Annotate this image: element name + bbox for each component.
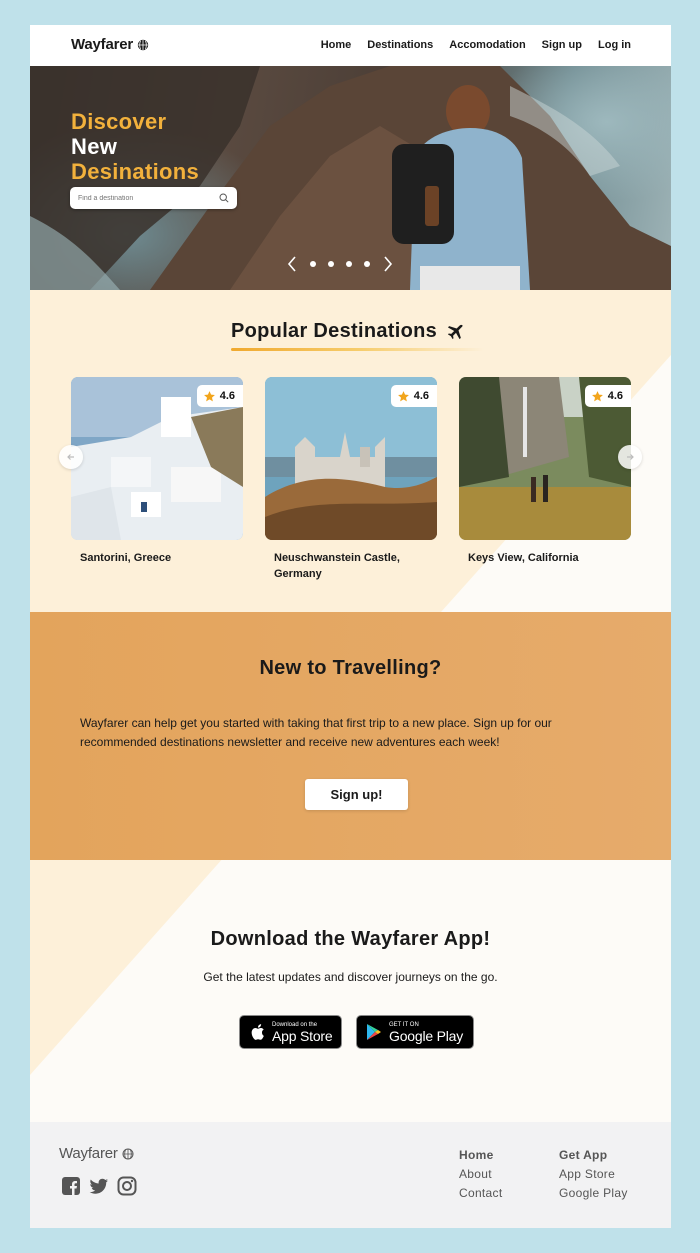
star-icon <box>397 390 409 401</box>
star-icon <box>591 390 603 401</box>
facebook-icon[interactable] <box>61 1176 81 1196</box>
popular-title: Popular Destinations <box>231 320 465 343</box>
social-links <box>61 1176 137 1196</box>
hero-title: Discover New Desinations <box>71 109 199 184</box>
nav-sign-up[interactable]: Sign up <box>542 39 582 51</box>
footer-link-about[interactable]: About <box>459 1167 502 1181</box>
rating-value: 4.6 <box>413 390 429 402</box>
card-title[interactable]: Keys View, California <box>459 550 619 566</box>
footer-logo[interactable]: Wayfarer <box>59 1145 134 1162</box>
nav-destinations[interactable]: Destinations <box>367 39 433 51</box>
arrow-right-icon <box>627 454 634 460</box>
twitter-icon[interactable] <box>89 1176 109 1196</box>
carousel-controls <box>286 256 394 272</box>
destination-card-keys-view[interactable]: 4.6 Keys View, California <box>459 377 631 566</box>
footer-link-contact[interactable]: Contact <box>459 1186 502 1200</box>
footer-brand-name: Wayfarer <box>59 1145 118 1162</box>
globe-icon <box>122 1148 134 1159</box>
carousel-dot-3[interactable] <box>346 261 352 267</box>
carousel-dot-2[interactable] <box>328 261 334 267</box>
footer-link-google-play[interactable]: Google Play <box>559 1186 628 1200</box>
hero-title-line2: New <box>71 134 118 159</box>
hero-banner: Discover New Desinations <box>30 66 671 290</box>
newsletter-section: New to Travelling? Wayfarer can help get… <box>30 612 671 860</box>
nav-home[interactable]: Home <box>321 39 352 51</box>
rating-value: 4.6 <box>607 390 623 402</box>
hero-title-line3: Desinations <box>71 159 199 184</box>
carousel-dot-1[interactable] <box>310 261 316 267</box>
app-store-small-text: Download on the <box>272 1021 318 1028</box>
app-store-big-text: App Store <box>272 1027 333 1044</box>
card-title[interactable]: Santorini, Greece <box>71 550 231 566</box>
download-subtitle: Get the latest updates and discover jour… <box>203 970 498 984</box>
card-image-neuschwanstein[interactable]: 4.6 <box>265 377 437 540</box>
search-input[interactable] <box>70 187 210 210</box>
newsletter-title: New to Travelling? <box>259 657 442 679</box>
rating-badge: 4.6 <box>196 385 243 407</box>
footer-link-app-store[interactable]: App Store <box>559 1167 628 1181</box>
brand-name: Wayfarer <box>71 36 134 53</box>
sign-up-button[interactable]: Sign up! <box>305 779 408 810</box>
chevron-left-icon[interactable] <box>286 256 298 272</box>
nav-log-in[interactable]: Log in <box>598 39 631 51</box>
brand-logo[interactable]: Wayfarer <box>71 36 149 53</box>
star-icon <box>203 390 215 401</box>
destination-card-santorini[interactable]: 4.6 Santorini, Greece <box>71 377 243 566</box>
google-play-icon <box>367 1024 381 1040</box>
destination-search <box>70 187 237 210</box>
google-play-small-text: GET IT ON <box>389 1021 419 1028</box>
app-store-button[interactable]: Download on the App Store <box>239 1015 342 1049</box>
newsletter-description: Wayfarer can help get you started with t… <box>80 716 552 749</box>
rating-value: 4.6 <box>219 390 235 402</box>
footer: Wayfarer Home About Contact Get App App … <box>30 1122 671 1228</box>
footer-links-col2: Get App App Store Google Play <box>559 1148 628 1200</box>
chevron-right-icon[interactable] <box>382 256 394 272</box>
globe-icon <box>137 39 149 50</box>
card-image-santorini[interactable]: 4.6 <box>71 377 243 540</box>
google-play-button[interactable]: GET IT ON Google Play <box>356 1015 474 1049</box>
app-store-label: Download on the App Store <box>272 1021 333 1044</box>
popular-destinations-section: Popular Destinations 4.6 Santorini, Gree… <box>30 290 671 612</box>
popular-title-text: Popular Destinations <box>231 320 438 342</box>
rating-badge: 4.6 <box>584 385 631 407</box>
download-title: Download the Wayfarer App! <box>210 928 491 950</box>
search-icon[interactable] <box>219 193 229 203</box>
card-image-keys-view[interactable]: 4.6 <box>459 377 631 540</box>
instagram-icon[interactable] <box>117 1176 137 1196</box>
footer-link-get-app[interactable]: Get App <box>559 1148 628 1162</box>
hero-title-line1: Discover <box>71 109 167 134</box>
rating-badge: 4.6 <box>390 385 437 407</box>
page: Wayfarer Home Destinations Accomodation … <box>30 25 671 1228</box>
airplane-icon <box>447 324 463 339</box>
title-underline <box>231 348 484 351</box>
destination-card-neuschwanstein[interactable]: 4.6 Neuschwanstein Castle, Germany <box>265 377 437 582</box>
carousel-prev-button[interactable] <box>59 445 83 469</box>
footer-links-col1: Home About Contact <box>459 1148 502 1200</box>
footer-link-home[interactable]: Home <box>459 1148 502 1162</box>
apple-icon <box>251 1024 264 1040</box>
card-title[interactable]: Neuschwanstein Castle, Germany <box>265 550 425 582</box>
google-play-big-text: Google Play <box>389 1027 464 1044</box>
carousel-next-button[interactable] <box>618 445 642 469</box>
arrow-left-icon <box>67 454 74 460</box>
carousel-dot-4[interactable] <box>364 261 370 267</box>
google-play-label: GET IT ON Google Play <box>389 1022 463 1043</box>
nav-accomodation[interactable]: Accomodation <box>449 39 525 51</box>
main-nav: Home Destinations Accomodation Sign up L… <box>321 39 631 51</box>
top-nav-bar: Wayfarer Home Destinations Accomodation … <box>30 25 671 66</box>
